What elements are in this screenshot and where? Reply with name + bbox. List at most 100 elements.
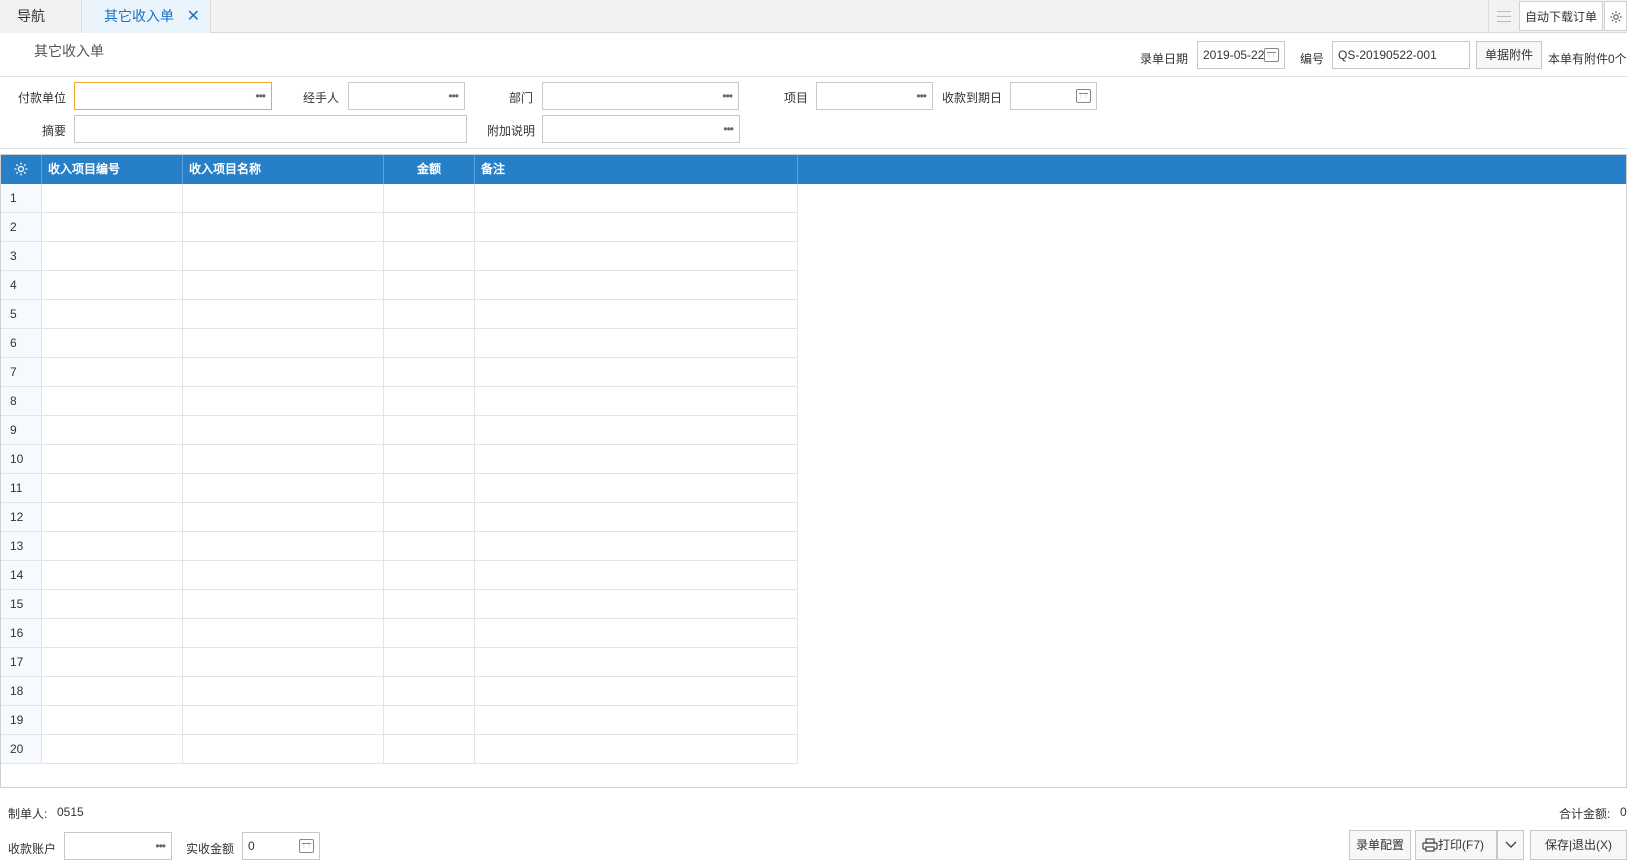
- table-cell[interactable]: [475, 271, 798, 299]
- table-cell[interactable]: [475, 532, 798, 560]
- table-cell[interactable]: [42, 532, 183, 560]
- table-row[interactable]: 10: [1, 445, 798, 474]
- table-row[interactable]: 4: [1, 271, 798, 300]
- table-cell[interactable]: [42, 503, 183, 531]
- table-row[interactable]: 17: [1, 648, 798, 677]
- table-cell[interactable]: [384, 184, 475, 212]
- table-cell[interactable]: [183, 329, 384, 357]
- table-cell[interactable]: [384, 532, 475, 560]
- column-header-amount[interactable]: 金额: [384, 155, 475, 184]
- dept-field[interactable]: •••: [542, 82, 739, 110]
- table-cell[interactable]: [475, 213, 798, 241]
- table-cell[interactable]: [42, 329, 183, 357]
- table-cell[interactable]: [183, 532, 384, 560]
- table-cell[interactable]: [183, 271, 384, 299]
- table-row[interactable]: 12: [1, 503, 798, 532]
- table-cell[interactable]: [42, 474, 183, 502]
- summary-field[interactable]: [74, 115, 467, 143]
- code-field[interactable]: QS-20190522-001: [1332, 41, 1470, 69]
- note-field[interactable]: •••: [542, 115, 740, 143]
- table-row[interactable]: 8: [1, 387, 798, 416]
- ellipsis-icon[interactable]: •••: [723, 116, 734, 142]
- table-cell[interactable]: [183, 242, 384, 270]
- table-cell[interactable]: [475, 474, 798, 502]
- table-cell[interactable]: [384, 416, 475, 444]
- table-cell[interactable]: [475, 590, 798, 618]
- table-cell[interactable]: [384, 474, 475, 502]
- list-icon[interactable]: [1488, 0, 1518, 33]
- table-cell[interactable]: [183, 735, 384, 763]
- table-cell[interactable]: [384, 445, 475, 473]
- table-cell[interactable]: [384, 648, 475, 676]
- table-cell[interactable]: [475, 445, 798, 473]
- table-cell[interactable]: [183, 184, 384, 212]
- table-cell[interactable]: [384, 329, 475, 357]
- attachments-button[interactable]: 单据附件: [1476, 41, 1542, 69]
- table-cell[interactable]: [475, 300, 798, 328]
- table-cell[interactable]: [475, 735, 798, 763]
- table-cell[interactable]: [384, 300, 475, 328]
- table-cell[interactable]: [183, 300, 384, 328]
- column-header-item-code[interactable]: 收入项目编号: [42, 155, 183, 184]
- table-cell[interactable]: [183, 474, 384, 502]
- table-cell[interactable]: [475, 648, 798, 676]
- table-cell[interactable]: [475, 242, 798, 270]
- column-header-remark[interactable]: 备注: [475, 155, 798, 184]
- table-cell[interactable]: [42, 387, 183, 415]
- tab-navigation[interactable]: 导航: [0, 0, 82, 33]
- table-cell[interactable]: [384, 271, 475, 299]
- column-header-item-name[interactable]: 收入项目名称: [183, 155, 384, 184]
- project-field[interactable]: •••: [816, 82, 933, 110]
- table-row[interactable]: 13: [1, 532, 798, 561]
- table-cell[interactable]: [475, 619, 798, 647]
- table-cell[interactable]: [42, 213, 183, 241]
- table-cell[interactable]: [42, 706, 183, 734]
- table-cell[interactable]: [42, 445, 183, 473]
- table-cell[interactable]: [384, 358, 475, 386]
- table-cell[interactable]: [475, 503, 798, 531]
- table-row[interactable]: 2: [1, 213, 798, 242]
- table-row[interactable]: 20: [1, 735, 798, 764]
- table-cell[interactable]: [384, 590, 475, 618]
- table-row[interactable]: 18: [1, 677, 798, 706]
- print-dropdown-chevron-down-icon[interactable]: [1497, 830, 1524, 860]
- table-cell[interactable]: [183, 561, 384, 589]
- close-icon[interactable]: ✕: [187, 0, 200, 33]
- table-cell[interactable]: [475, 416, 798, 444]
- print-button[interactable]: 打印(F7): [1415, 830, 1497, 860]
- table-cell[interactable]: [42, 590, 183, 618]
- table-cell[interactable]: [475, 358, 798, 386]
- date-field[interactable]: 2019-05-22: [1197, 41, 1285, 69]
- ellipsis-icon[interactable]: •••: [448, 83, 459, 109]
- table-row[interactable]: 11: [1, 474, 798, 503]
- table-cell[interactable]: [384, 706, 475, 734]
- ellipsis-icon[interactable]: •••: [155, 833, 166, 859]
- table-cell[interactable]: [475, 387, 798, 415]
- table-cell[interactable]: [42, 300, 183, 328]
- table-cell[interactable]: [183, 619, 384, 647]
- table-cell[interactable]: [42, 735, 183, 763]
- save-exit-button[interactable]: 保存|退出(X): [1530, 830, 1627, 860]
- calculator-icon[interactable]: [299, 839, 316, 853]
- table-cell[interactable]: [183, 445, 384, 473]
- table-cell[interactable]: [183, 213, 384, 241]
- table-cell[interactable]: [384, 242, 475, 270]
- table-cell[interactable]: [183, 503, 384, 531]
- table-cell[interactable]: [42, 184, 183, 212]
- table-cell[interactable]: [183, 677, 384, 705]
- column-settings-gear-icon[interactable]: [1, 155, 42, 184]
- table-cell[interactable]: [475, 561, 798, 589]
- received-amount-field[interactable]: 0: [242, 832, 320, 860]
- table-cell[interactable]: [384, 561, 475, 589]
- table-row[interactable]: 14: [1, 561, 798, 590]
- table-row[interactable]: 5: [1, 300, 798, 329]
- table-row[interactable]: 6: [1, 329, 798, 358]
- calendar-icon[interactable]: [1264, 48, 1281, 62]
- table-cell[interactable]: [384, 735, 475, 763]
- table-row[interactable]: 7: [1, 358, 798, 387]
- table-cell[interactable]: [183, 416, 384, 444]
- table-cell[interactable]: [42, 648, 183, 676]
- table-row[interactable]: 16: [1, 619, 798, 648]
- table-row[interactable]: 19: [1, 706, 798, 735]
- tab-other-income[interactable]: 其它收入单 ✕: [82, 0, 211, 33]
